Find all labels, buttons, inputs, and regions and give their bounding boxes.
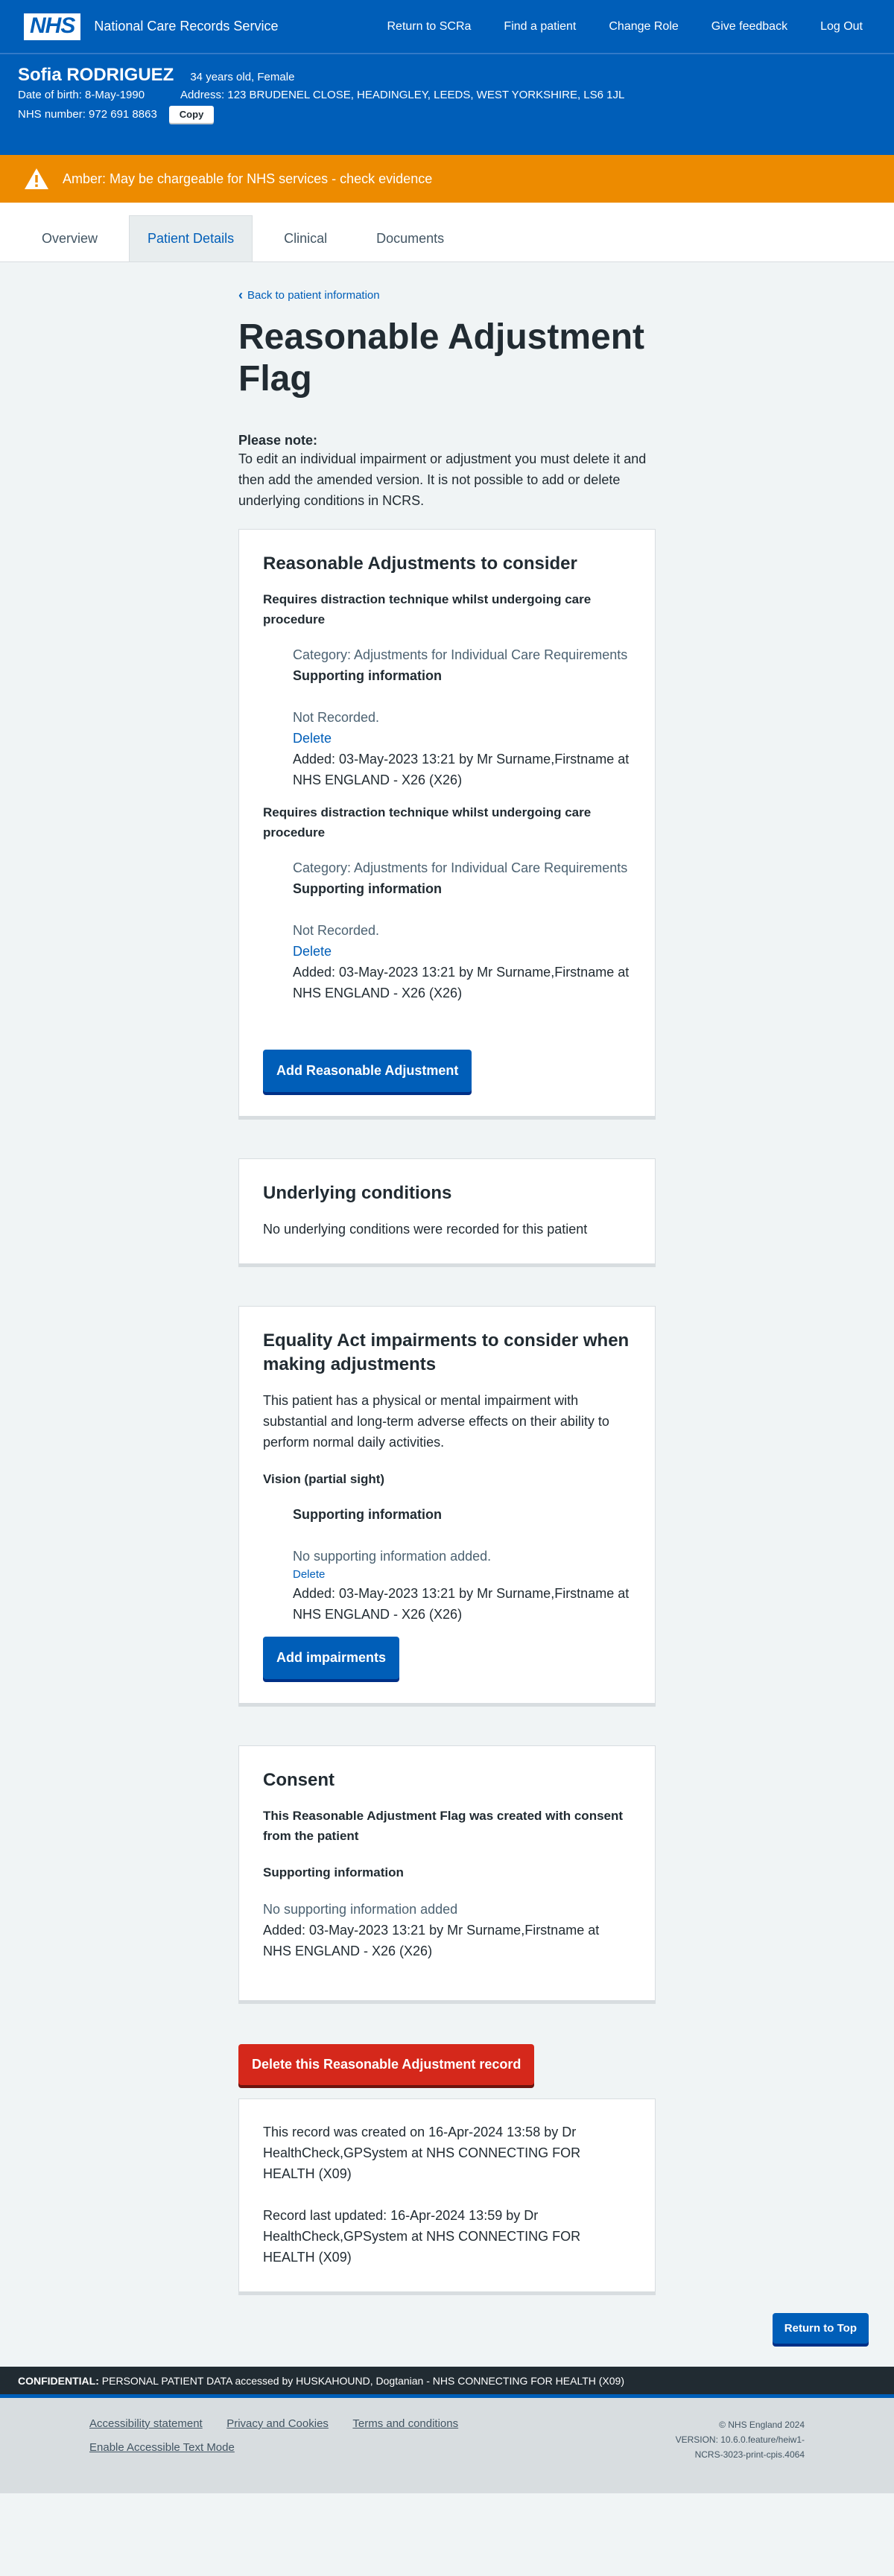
supporting-info-value: Not Recorded. [293,923,380,938]
back-link-label: Back to patient information [247,289,380,302]
top-nav: Return to SCRa Find a patient Change Rol… [370,20,870,34]
footer-meta: © NHS England 2024 VERSION: 10.6.0.featu… [656,2417,805,2493]
record-created: This record was created on 16-Apr-2024 1… [263,2125,581,2181]
underlying-text: No underlying conditions were recorded f… [263,1222,588,1237]
delete-record-button[interactable]: Delete this Reasonable Adjustment record [238,2044,535,2085]
added-info: Added: 03-May-2023 13:21 by Mr Surname,F… [263,1923,600,1958]
tab-documents[interactable]: Documents [358,215,462,261]
supporting-info-value: No supporting information added [263,1902,458,1917]
note-text: To edit an individual impairment or adju… [238,451,647,508]
adjustment-category: Category: Adjustments for Individual Car… [293,647,628,662]
copy-nhs-number-button[interactable]: Copy [168,106,215,123]
delete-adjustment-link[interactable]: Delete [293,728,631,749]
record-info-card: This record was created on 16-Apr-2024 1… [238,2098,656,2292]
alert-text: Amber: May be chargeable for NHS service… [63,171,433,186]
add-impairments-button[interactable]: Add impairments [263,1637,400,1679]
patient-dob: Date of birth: 8-May-1990 [18,89,145,101]
footer-link-privacy[interactable]: Privacy and Cookies [226,2417,329,2430]
record-updated: Record last updated: 16-Apr-2024 13:59 b… [263,2208,581,2265]
adjustment-title: Requires distraction technique whilst un… [263,805,592,840]
added-info: Added: 03-May-2023 13:21 by Mr Surname,F… [293,752,630,787]
chevron-left-icon: ‹ [238,288,243,302]
impairment-title: Vision (partial sight) [263,1472,385,1486]
adjustment-title: Requires distraction technique whilst un… [263,592,592,626]
patient-address: Address: 123 BRUDENEL CLOSE, HEADINGLEY,… [180,89,625,101]
footer-link-accessibility[interactable]: Accessibility statement [89,2417,203,2430]
delete-adjustment-link[interactable]: Delete [293,941,631,962]
footer-link-accessible-text-mode[interactable]: Enable Accessible Text Mode [89,2441,235,2454]
patient-nhs-number: NHS number: 972 691 8863 [18,108,157,121]
version-line-2: NCRS-3023-print-cpis.4064 [694,2449,805,2460]
added-info: Added: 03-May-2023 13:21 by Mr Surname,F… [293,965,630,1000]
main-content: ‹ Back to patient information Reasonable… [238,262,656,2292]
supporting-info-label: Supporting information [263,1865,404,1879]
back-link[interactable]: ‹ Back to patient information [238,288,656,303]
footer-links: Accessibility statement Privacy and Cook… [89,2417,479,2493]
footer-link-terms[interactable]: Terms and conditions [352,2417,458,2430]
impairments-card: Equality Act impairments to consider whe… [238,1306,656,1704]
footer: Accessibility statement Privacy and Cook… [0,2398,894,2493]
nav-return-to-scra[interactable]: Return to SCRa [370,20,487,34]
patient-name: Sofia RODRIGUEZ [18,65,174,85]
tab-overview[interactable]: Overview [24,215,115,261]
impairments-intro: This patient has a physical or mental im… [263,1393,609,1450]
patient-banner: Sofia RODRIGUEZ 34 years old, Female Dat… [0,54,894,155]
adjustments-card: Reasonable Adjustments to consider Requi… [238,529,656,1117]
nav-log-out[interactable]: Log Out [804,20,870,34]
delete-impairment-link[interactable]: Delete [293,1567,631,1583]
warning-icon [25,168,48,189]
top-header: NHS National Care Records Service Return… [0,0,894,54]
consent-card: Consent This Reasonable Adjustment Flag … [238,1745,656,2001]
supporting-info-label: Supporting information [293,881,442,896]
return-to-top-button[interactable]: Return to Top [772,2313,869,2344]
add-reasonable-adjustment-button[interactable]: Add Reasonable Adjustment [263,1050,472,1092]
impairments-heading: Equality Act impairments to consider whe… [263,1330,630,1374]
added-info: Added: 03-May-2023 13:21 by Mr Surname,F… [293,1586,630,1622]
consent-heading: Consent [263,1770,335,1790]
patient-tabs: Overview Patient Details Clinical Docume… [0,203,894,262]
return-to-top-area: Return to Top [0,2292,894,2367]
nav-change-role[interactable]: Change Role [592,20,694,34]
underlying-conditions-card: Underlying conditions No underlying cond… [238,1158,656,1264]
confidential-bar: CONFIDENTIAL: PERSONAL PATIENT DATA acce… [0,2367,894,2398]
page-title: Reasonable Adjustment Flag [238,317,644,399]
adjustments-heading: Reasonable Adjustments to consider [263,553,577,574]
nav-give-feedback[interactable]: Give feedback [695,20,804,34]
confidential-text: PERSONAL PATIENT DATA accessed by HUSKAH… [98,2374,624,2387]
adjustment-item: Requires distraction technique whilst un… [263,589,631,790]
adjustment-category: Category: Adjustments for Individual Car… [293,860,628,875]
adjustment-item: Requires distraction technique whilst un… [263,802,631,1003]
nav-find-patient[interactable]: Find a patient [487,20,592,34]
supporting-info-value: No supporting information added. [293,1549,492,1564]
consent-statement: This Reasonable Adjustment Flag was crea… [263,1809,624,1843]
tab-patient-details[interactable]: Patient Details [129,215,253,261]
underlying-heading: Underlying conditions [263,1183,452,1203]
amber-alert: Amber: May be chargeable for NHS service… [0,155,894,203]
copyright: © NHS England 2024 [719,2420,805,2430]
supporting-info-label: Supporting information [293,668,442,683]
supporting-info-value: Not Recorded. [293,710,380,725]
note-title: Please note: [238,433,318,448]
service-name: National Care Records Service [94,19,279,34]
patient-age-sex: 34 years old, Female [190,71,295,83]
tab-clinical[interactable]: Clinical [266,215,345,261]
confidential-label: CONFIDENTIAL: [18,2374,99,2387]
version-line-1: VERSION: 10.6.0.feature/heiw1- [675,2434,805,2445]
supporting-info-label: Supporting information [293,1507,442,1522]
nhs-logo[interactable]: NHS [24,13,81,40]
